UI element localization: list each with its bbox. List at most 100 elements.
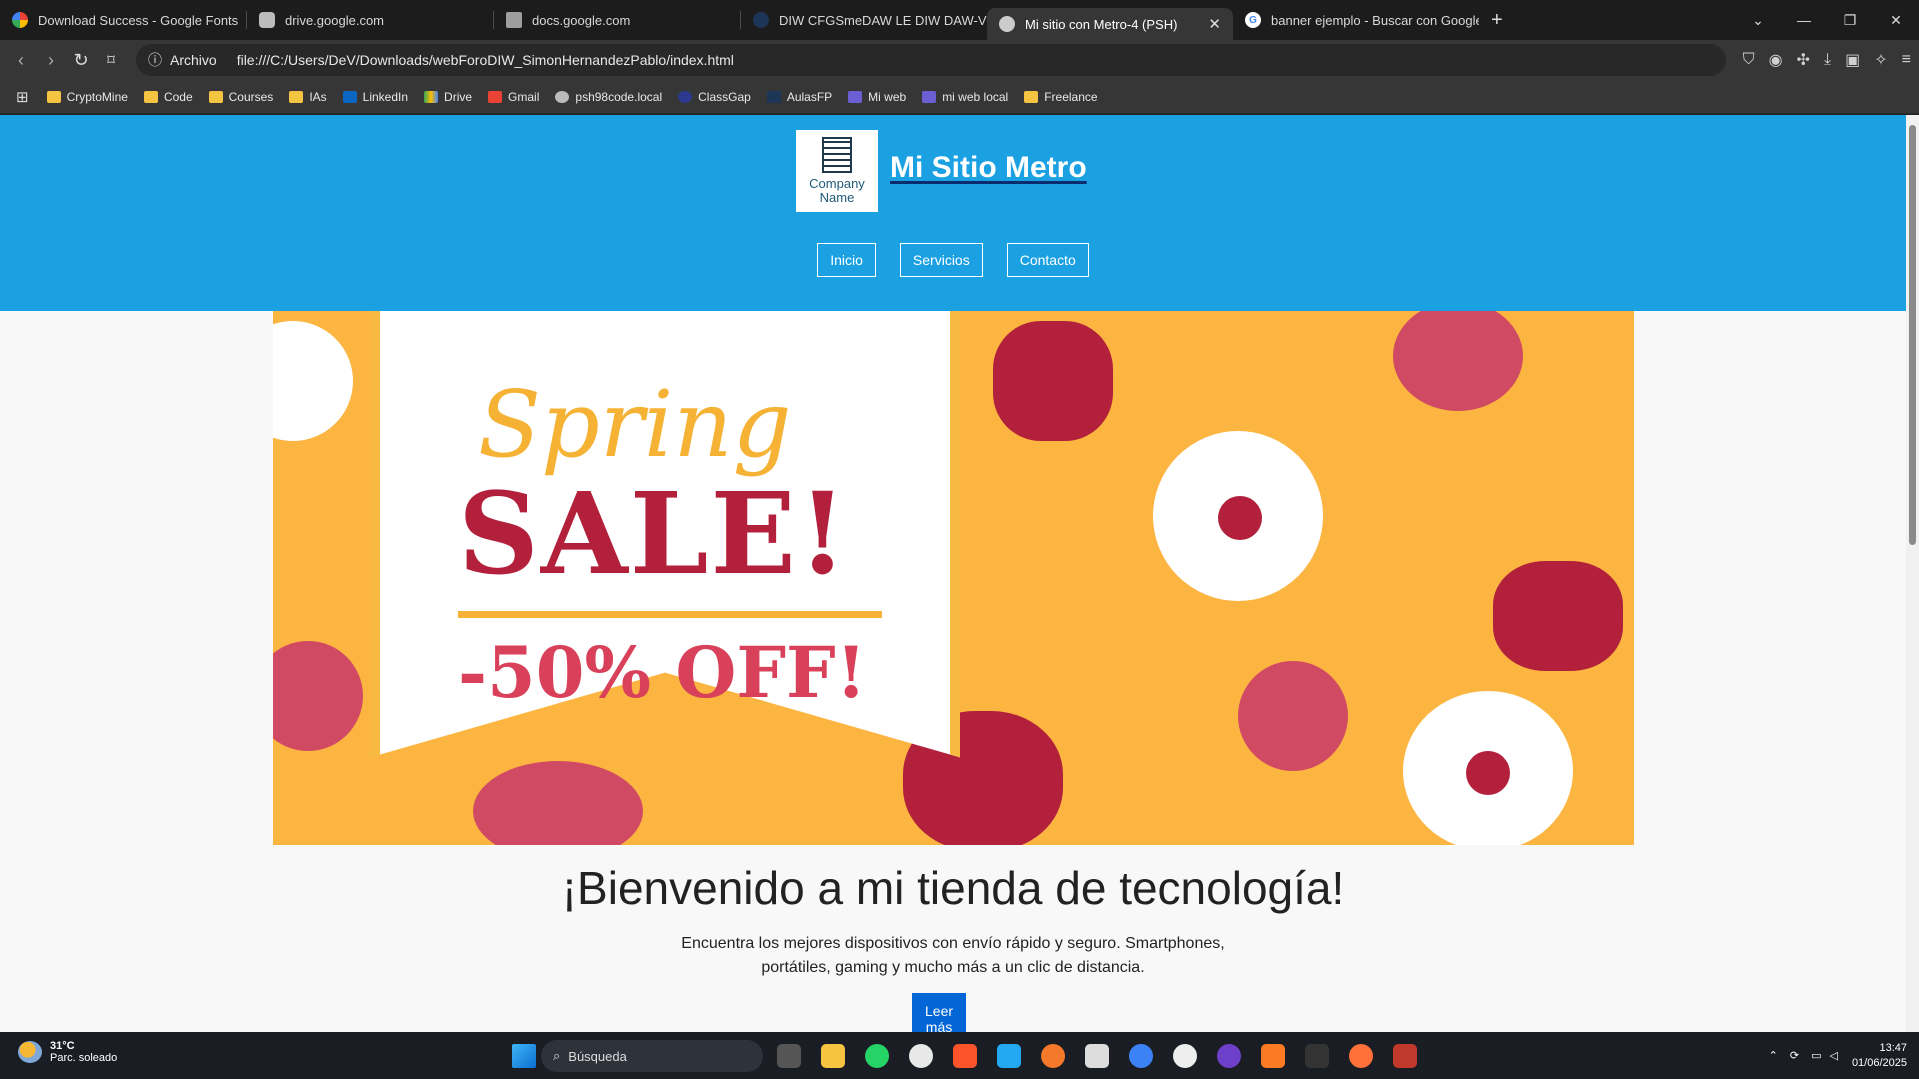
bookmark[interactable]: Drive	[424, 90, 472, 104]
folder-icon	[208, 90, 223, 103]
whatsapp-button[interactable]	[855, 1032, 899, 1079]
app-button[interactable]	[1163, 1032, 1207, 1079]
company-logo[interactable]: Company Name	[796, 130, 878, 212]
main-nav: Inicio Servicios Contacto	[0, 243, 1906, 277]
bookmark[interactable]: mi web local	[922, 90, 1008, 104]
vscode-button[interactable]	[987, 1032, 1031, 1079]
tab[interactable]: G banner ejemplo - Buscar con Google	[1233, 4, 1479, 36]
nav-inicio[interactable]: Inicio	[817, 243, 876, 277]
whatsapp-icon	[865, 1043, 889, 1068]
folder-icon	[143, 90, 158, 103]
building-icon	[822, 137, 852, 173]
bookmark[interactable]: psh98code.local	[555, 90, 662, 104]
os-taskbar: 31°C Parc. soleado ⌕ Búsqueda ⌃ ⟳ ▭ ◁ 13…	[0, 1032, 1919, 1079]
task-view-button[interactable]	[767, 1032, 811, 1079]
github-icon	[1217, 1043, 1241, 1068]
bookmark[interactable]: Freelance	[1024, 90, 1098, 104]
bookmark[interactable]: AulasFP	[766, 90, 832, 104]
bookmark-icon[interactable]: ⌑	[96, 51, 126, 69]
flower-decoration	[1393, 311, 1523, 411]
sparkle-icon[interactable]: ✧	[1874, 50, 1887, 70]
bookmark[interactable]: IAs	[289, 90, 327, 104]
system-tray: ⌃ ⟳ ▭ ◁ 13:47 01/06/2025	[1769, 1032, 1907, 1079]
read-more-button[interactable]: Leer más	[912, 993, 967, 1032]
gmail-icon	[488, 90, 503, 103]
page-scrollbar[interactable]	[1906, 115, 1919, 1032]
tab-title: Mi sitio con Metro-4 (PSH)	[1025, 16, 1178, 32]
globe-icon	[999, 16, 1015, 32]
logo-text-line1: Company	[809, 176, 865, 191]
flower-decoration	[993, 321, 1113, 441]
extension-color-icon[interactable]: ◉	[1769, 50, 1783, 70]
scheme-label: Archivo	[170, 52, 217, 68]
bookmark[interactable]: Gmail	[488, 90, 539, 104]
bookmark[interactable]: LinkedIn	[342, 90, 408, 104]
scrollbar-thumb[interactable]	[1909, 125, 1916, 545]
nav-contacto[interactable]: Contacto	[1006, 243, 1089, 277]
firefox-button[interactable]	[1339, 1032, 1383, 1079]
puzzle-icon[interactable]: ✣	[1797, 50, 1810, 70]
folder-icon	[289, 90, 304, 103]
nav-servicios[interactable]: Servicios	[899, 243, 983, 277]
taskbar-apps	[502, 1032, 546, 1079]
sync-icon[interactable]: ⟳	[1790, 1049, 1799, 1062]
close-icon[interactable]: ✕	[1208, 15, 1221, 33]
xampp-button[interactable]	[1251, 1032, 1295, 1079]
volume-icon[interactable]: ◁	[1829, 1049, 1837, 1062]
chevron-up-icon[interactable]: ⌃	[1769, 1049, 1778, 1062]
back-icon[interactable]: ‹	[6, 50, 36, 71]
close-window-icon[interactable]: ✕	[1873, 12, 1919, 29]
app-icon	[1173, 1043, 1197, 1068]
tab-title: DIW CFGSmeDAW LE DIW DAW-V2: D	[779, 12, 987, 28]
tab-search-icon[interactable]: ⌄	[1735, 12, 1781, 29]
tab[interactable]: DIW CFGSmeDAW LE DIW DAW-V2: D	[741, 4, 987, 36]
shield-icon[interactable]: ⛉	[1743, 51, 1755, 69]
brave-button[interactable]	[943, 1032, 987, 1079]
drive-icon	[424, 90, 439, 103]
network-icon[interactable]: ▭	[1811, 1049, 1821, 1062]
partly-sunny-icon	[18, 1041, 42, 1063]
hero-banner: Spring SALE! -50% OFF!	[273, 311, 1634, 845]
flower-decoration	[273, 321, 353, 441]
tab[interactable]: docs.google.com	[494, 4, 740, 36]
bookmark[interactable]: CryptoMine	[46, 90, 128, 104]
github-button[interactable]	[1207, 1032, 1251, 1079]
forward-icon[interactable]: ›	[36, 50, 66, 71]
apps-icon[interactable]: ⊞	[16, 88, 29, 106]
explorer-button[interactable]	[811, 1032, 855, 1079]
minimize-icon[interactable]: —	[1781, 12, 1827, 28]
bookmark-label: Gmail	[508, 89, 540, 104]
app-button[interactable]	[1075, 1032, 1119, 1079]
bookmark[interactable]: Courses	[208, 90, 273, 104]
app-button[interactable]	[899, 1032, 943, 1079]
menu-icon[interactable]: ≡	[1902, 51, 1911, 69]
terminal-button[interactable]	[1295, 1032, 1339, 1079]
xampp-icon	[1261, 1043, 1285, 1068]
download-icon[interactable]: ⤓	[1824, 51, 1831, 69]
blender-button[interactable]	[1031, 1032, 1075, 1079]
weather-widget[interactable]: 31°C Parc. soleado	[18, 1040, 117, 1064]
address-bar[interactable]: ⓘ Archivo file:///C:/Users/DeV/Downloads…	[136, 44, 1726, 76]
bookmark-label: psh98code.local	[575, 89, 663, 104]
app-button[interactable]	[1383, 1032, 1427, 1079]
bookmark-label: mi web local	[942, 89, 1009, 104]
site-title-link[interactable]: Mi Sitio Metro	[890, 151, 1087, 185]
bookmark[interactable]: Mi web	[848, 90, 906, 104]
tab[interactable]: Download Success - Google Fonts	[0, 4, 246, 36]
url-text[interactable]: file:///C:/Users/DeV/Downloads/webForoDI…	[237, 52, 734, 68]
tab-active[interactable]: Mi sitio con Metro-4 (PSH) ✕	[987, 8, 1233, 40]
clock[interactable]: 13:47 01/06/2025	[1852, 1041, 1907, 1071]
bookmark-label: Code	[163, 89, 193, 104]
new-tab-button[interactable]: +	[1491, 9, 1503, 32]
reload-icon[interactable]: ↻	[66, 50, 96, 71]
bookmark[interactable]: Code	[143, 89, 193, 104]
app-button[interactable]	[1119, 1032, 1163, 1079]
bookmark[interactable]: ClassGap	[678, 90, 751, 104]
sidebar-icon[interactable]: ▣	[1845, 50, 1860, 70]
site-header: Company Name Mi Sitio Metro Inicio Servi…	[0, 115, 1906, 311]
tab[interactable]: drive.google.com	[247, 4, 493, 36]
start-button[interactable]	[502, 1032, 546, 1079]
info-icon[interactable]: ⓘ	[148, 50, 162, 70]
taskbar-search[interactable]: ⌕ Búsqueda	[541, 1040, 763, 1072]
restore-icon[interactable]: ❐	[1827, 12, 1873, 29]
